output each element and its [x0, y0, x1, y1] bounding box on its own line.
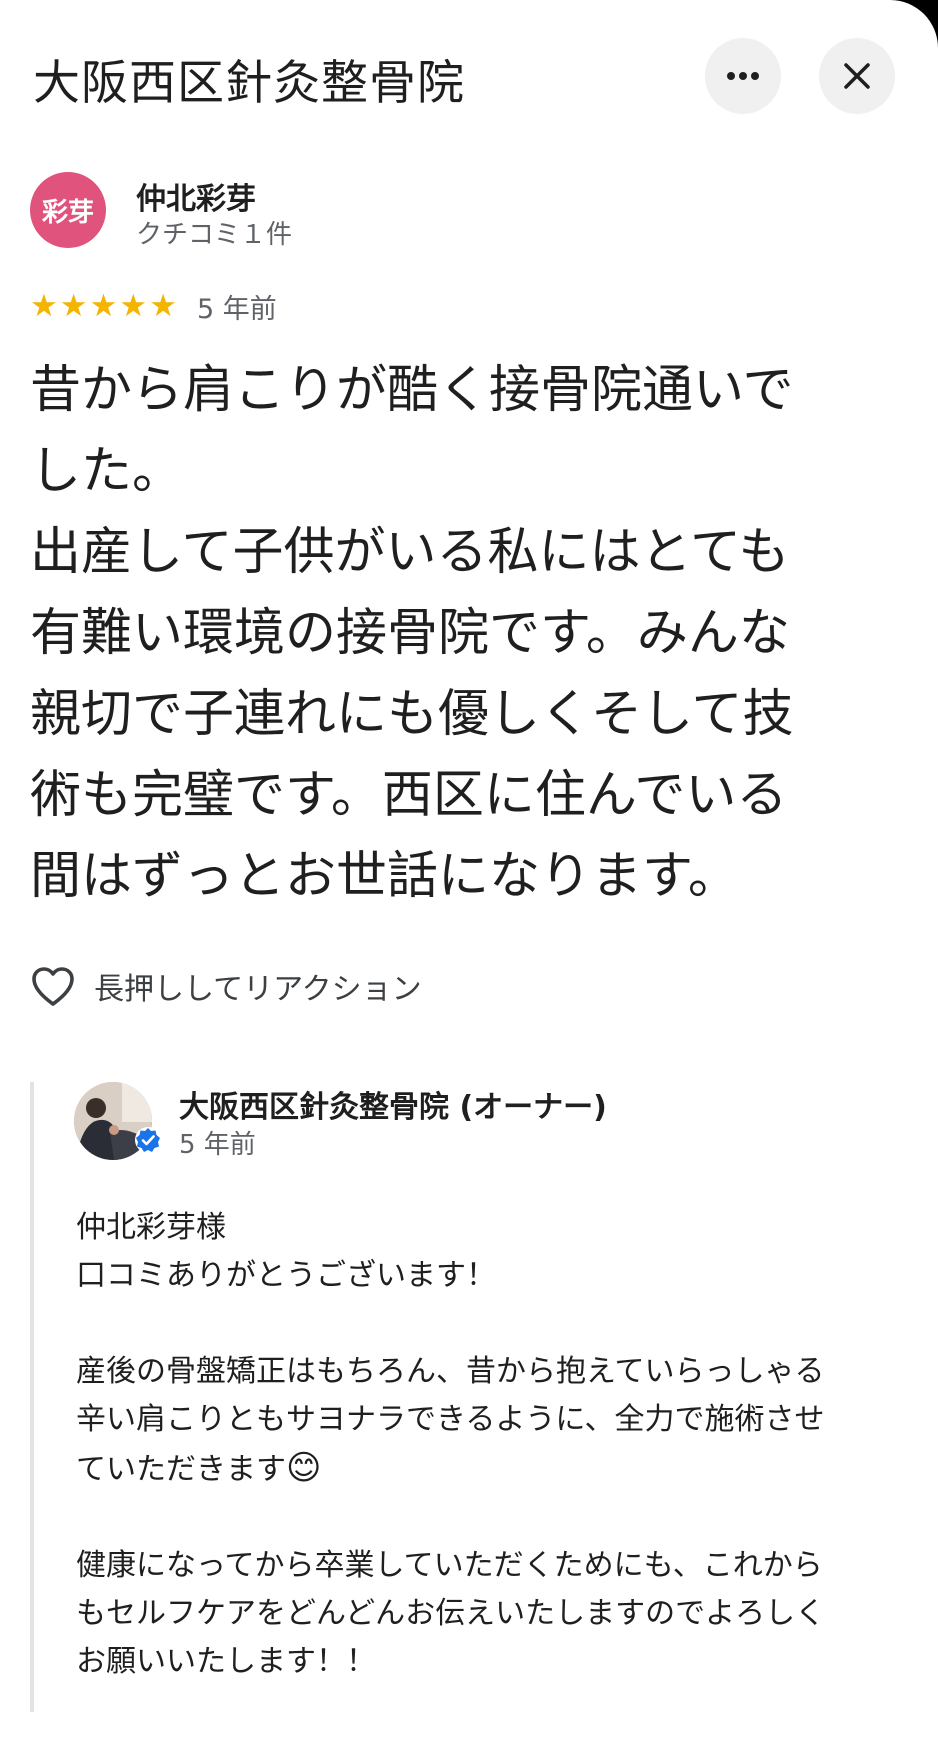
close-button[interactable]	[819, 38, 895, 114]
smile-emoji-icon: 😊	[286, 1448, 322, 1488]
reviewer-info[interactable]: 彩芽 仲北彩芽 クチコミ１件	[30, 170, 890, 252]
reaction-label: 長押ししてリアクション	[94, 972, 422, 1007]
heart-outline-icon	[32, 967, 74, 1006]
owner-reply-text-end: 健康になってから卒業していただくためにも、これから もセルフケアをどんどんお伝え…	[76, 1548, 826, 1679]
star-icon: ★	[119, 288, 148, 324]
close-icon	[844, 63, 870, 89]
owner-reply: 大阪西区針灸整骨院 (オーナー) 5 年前 仲北彩芽様 口コミありがとうございま…	[30, 1082, 900, 1712]
reviewer-review-count: クチコミ１件	[136, 220, 293, 250]
star-rating: ★ ★ ★ ★ ★	[30, 288, 177, 324]
review-time: 5 年前	[196, 293, 277, 325]
star-icon: ★	[59, 288, 88, 324]
star-icon: ★	[89, 288, 118, 324]
reviewer-avatar[interactable]: 彩芽	[30, 172, 106, 248]
reaction-button[interactable]: 長押ししてリアクション	[30, 958, 630, 1014]
review-sheet: 大阪西区針灸整骨院 彩芽 仲北彩芽 クチコミ１件 ★ ★ ★ ★ ★ 5 年前 昔から肩…	[0, 0, 938, 1742]
owner-name[interactable]: 大阪西区針灸整骨院 (オーナー)	[179, 1082, 607, 1126]
reviewer-name[interactable]: 仲北彩芽	[136, 174, 256, 218]
owner-reply-text-main: 仲北彩芽様 口コミありがとうございます！ 産後の骨盤矯正はもちろん、昔から抱えて…	[76, 1210, 825, 1487]
more-button[interactable]	[705, 38, 781, 114]
page-title: 大阪西区針灸整骨院	[33, 56, 465, 111]
header: 大阪西区針灸整骨院	[0, 0, 938, 150]
owner-reply-text: 仲北彩芽様 口コミありがとうございます！ 産後の骨盤矯正はもちろん、昔から抱えて…	[76, 1204, 876, 1686]
review-text: 昔から肩こりが酷く接骨院通いで した。 出産して子供がいる私にはとても 有難い環…	[30, 361, 794, 906]
owner-reply-time: 5 年前	[179, 1130, 256, 1160]
rating-row: ★ ★ ★ ★ ★ 5 年前	[30, 288, 630, 325]
star-icon: ★	[149, 288, 177, 324]
star-icon: ★	[30, 288, 58, 324]
more-horizontal-icon	[727, 72, 759, 80]
verified-badge-icon	[135, 1127, 161, 1153]
